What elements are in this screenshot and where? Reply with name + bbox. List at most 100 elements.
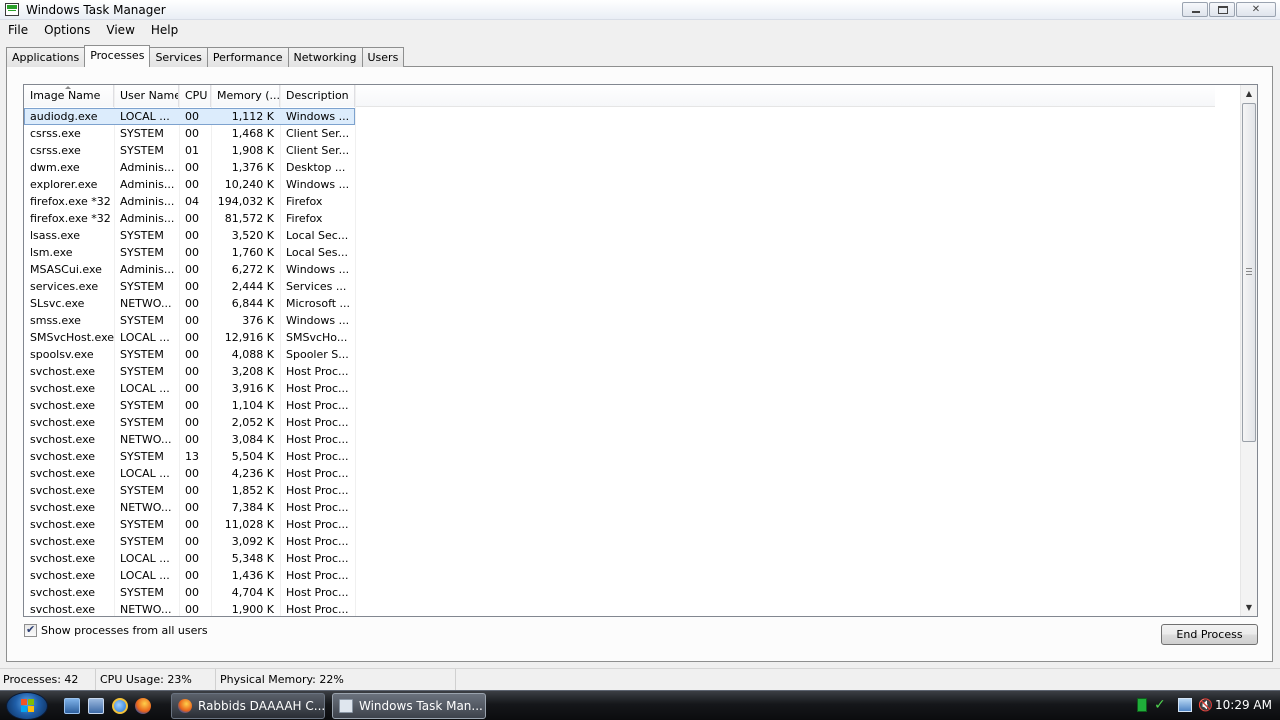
table-row[interactable]: SMSvcHost.exe LOCAL ... 00 12,916 K SMSvcHo.… [24, 329, 355, 346]
process-image-name: SMSvcHost.exe [30, 331, 114, 344]
table-row[interactable]: svchost.exe NETWO... 00 7,384 K Host Proc... [24, 499, 355, 516]
table-row[interactable]: lsass.exe SYSTEM 00 3,520 K Local Sec... [24, 227, 355, 244]
table-row[interactable]: audiodg.exe LOCAL ... 00 1,112 K Windows ... [24, 108, 355, 125]
process-user-name: LOCAL ... [120, 569, 170, 582]
process-description: SMSvcHo... [286, 331, 348, 344]
process-cpu: 00 [185, 314, 199, 327]
process-user-name: SYSTEM [120, 484, 164, 497]
end-process-button[interactable]: End Process [1161, 624, 1258, 645]
table-row[interactable]: svchost.exe LOCAL ... 00 5,348 K Host Proc..… [24, 550, 355, 567]
table-row[interactable]: csrss.exe SYSTEM 00 1,468 K Client Ser... [24, 125, 355, 142]
table-row[interactable]: spoolsv.exe SYSTEM 00 4,088 K Spooler S... [24, 346, 355, 363]
table-row[interactable]: csrss.exe SYSTEM 01 1,908 K Client Ser... [24, 142, 355, 159]
process-user-name: LOCAL ... [120, 382, 170, 395]
switch-windows-icon[interactable] [88, 698, 104, 714]
column-user-name[interactable]: User Name [114, 85, 179, 107]
process-memory: 3,084 K [231, 433, 274, 446]
table-row[interactable]: smss.exe SYSTEM 00 376 K Windows ... [24, 312, 355, 329]
internet-explorer-icon[interactable] [112, 698, 128, 714]
table-row[interactable]: services.exe SYSTEM 00 2,444 K Services ... [24, 278, 355, 295]
taskbar-item-task-manager[interactable]: Windows Task Man... [332, 693, 486, 719]
column-image-name[interactable]: Image Name [24, 85, 114, 107]
menu-options[interactable]: Options [36, 20, 98, 40]
table-row[interactable]: svchost.exe SYSTEM 00 1,104 K Host Proc... [24, 397, 355, 414]
tab-users[interactable]: Users [361, 47, 405, 67]
process-list[interactable]: Image Name User Name CPU Memory (... Des… [23, 84, 1258, 617]
table-row[interactable]: svchost.exe SYSTEM 00 3,208 K Host Proc... [24, 363, 355, 380]
table-row[interactable]: explorer.exe Adminis... 00 10,240 K Windows … [24, 176, 355, 193]
table-row[interactable]: lsm.exe SYSTEM 00 1,760 K Local Ses... [24, 244, 355, 261]
table-row[interactable]: firefox.exe *32 Adminis... 04 194,032 K Fire… [24, 193, 355, 210]
process-image-name: svchost.exe [30, 484, 96, 497]
process-description: Host Proc... [286, 416, 349, 429]
process-memory: 1,852 K [231, 484, 274, 497]
table-row[interactable]: svchost.exe LOCAL ... 00 3,916 K Host Proc..… [24, 380, 355, 397]
table-row[interactable]: svchost.exe SYSTEM 00 2,052 K Host Proc... [24, 414, 355, 431]
table-row[interactable]: svchost.exe SYSTEM 00 4,704 K Host Proc... [24, 584, 355, 601]
status-cpu-usage: CPU Usage: 23% [96, 669, 216, 690]
process-image-name: svchost.exe [30, 365, 96, 378]
tab-applications[interactable]: Applications [6, 47, 86, 67]
restore-button[interactable] [1209, 2, 1235, 17]
process-cpu: 13 [185, 450, 199, 463]
tab-services[interactable]: Services [149, 47, 208, 67]
show-all-users-option[interactable]: ✔ Show processes from all users [24, 623, 208, 637]
column-description[interactable]: Description [280, 85, 355, 107]
firefox-quicklaunch-icon[interactable] [135, 698, 151, 714]
cpu-meter-icon[interactable] [1137, 698, 1147, 712]
vertical-scrollbar[interactable]: ▲ ▼ [1240, 85, 1257, 616]
process-image-name: explorer.exe [30, 178, 98, 191]
table-row[interactable]: svchost.exe LOCAL ... 00 4,236 K Host Proc..… [24, 465, 355, 482]
process-description: Windows ... [286, 110, 350, 123]
table-row[interactable]: svchost.exe NETWO... 00 1,900 K Host Proc... [24, 601, 355, 616]
show-desktop-icon[interactable] [64, 698, 80, 714]
process-description: Client Ser... [286, 127, 350, 140]
process-user-name: LOCAL ... [120, 110, 170, 123]
task-manager-icon [339, 699, 353, 713]
minimize-button[interactable] [1182, 2, 1208, 17]
process-memory: 3,520 K [231, 229, 274, 242]
tab-performance[interactable]: Performance [206, 47, 289, 67]
title-bar[interactable]: Windows Task Manager ✕ [0, 0, 1280, 20]
menu-view[interactable]: View [98, 20, 142, 40]
process-memory: 1,104 K [231, 399, 274, 412]
taskbar-clock[interactable]: 10:29 AM [1215, 691, 1272, 720]
process-cpu: 00 [185, 586, 199, 599]
process-cpu: 00 [185, 263, 199, 276]
process-user-name: SYSTEM [120, 246, 164, 259]
table-row[interactable]: svchost.exe LOCAL ... 00 1,436 K Host Proc..… [24, 567, 355, 584]
table-row[interactable]: MSASCui.exe Adminis... 00 6,272 K Windows ..… [24, 261, 355, 278]
table-row[interactable]: dwm.exe Adminis... 00 1,376 K Desktop ... [24, 159, 355, 176]
tab-networking[interactable]: Networking [287, 47, 363, 67]
process-user-name: SYSTEM [120, 399, 164, 412]
process-memory: 3,092 K [231, 535, 274, 548]
menu-file[interactable]: File [0, 20, 36, 40]
system-tray: ✓ 🔇 10:29 AM [1128, 691, 1280, 720]
process-user-name: Adminis... [120, 161, 175, 174]
table-row[interactable]: svchost.exe NETWO... 00 3,084 K Host Proc... [24, 431, 355, 448]
volume-muted-icon[interactable]: 🔇 [1198, 698, 1213, 712]
process-user-name: SYSTEM [120, 144, 164, 157]
table-row[interactable]: svchost.exe SYSTEM 00 3,092 K Host Proc... [24, 533, 355, 550]
menu-help[interactable]: Help [143, 20, 186, 40]
start-button[interactable] [6, 692, 48, 720]
tab-processes[interactable]: Processes [84, 45, 151, 67]
network-icon[interactable] [1178, 698, 1192, 712]
scroll-down-arrow-icon[interactable]: ▼ [1241, 599, 1257, 616]
windows-defender-icon[interactable]: ✓ [1154, 698, 1168, 712]
show-all-users-checkbox[interactable]: ✔ [24, 623, 37, 637]
table-row[interactable]: svchost.exe SYSTEM 00 11,028 K Host Proc... [24, 516, 355, 533]
column-cpu[interactable]: CPU [179, 85, 211, 107]
column-memory[interactable]: Memory (... [211, 85, 280, 107]
window-controls: ✕ [1182, 2, 1276, 17]
table-row[interactable]: svchost.exe SYSTEM 00 1,852 K Host Proc... [24, 482, 355, 499]
process-user-name: SYSTEM [120, 450, 164, 463]
table-row[interactable]: SLsvc.exe NETWO... 00 6,844 K Microsoft ... [24, 295, 355, 312]
table-row[interactable]: svchost.exe SYSTEM 13 5,504 K Host Proc... [24, 448, 355, 465]
table-row[interactable]: firefox.exe *32 Adminis... 00 81,572 K Firef… [24, 210, 355, 227]
scroll-up-arrow-icon[interactable]: ▲ [1241, 85, 1257, 102]
taskbar-item-firefox[interactable]: Rabbids DAAAAH C... [171, 693, 325, 719]
scrollbar-thumb[interactable] [1242, 103, 1256, 442]
close-button[interactable]: ✕ [1236, 2, 1276, 17]
process-image-name: lsm.exe [30, 246, 73, 259]
